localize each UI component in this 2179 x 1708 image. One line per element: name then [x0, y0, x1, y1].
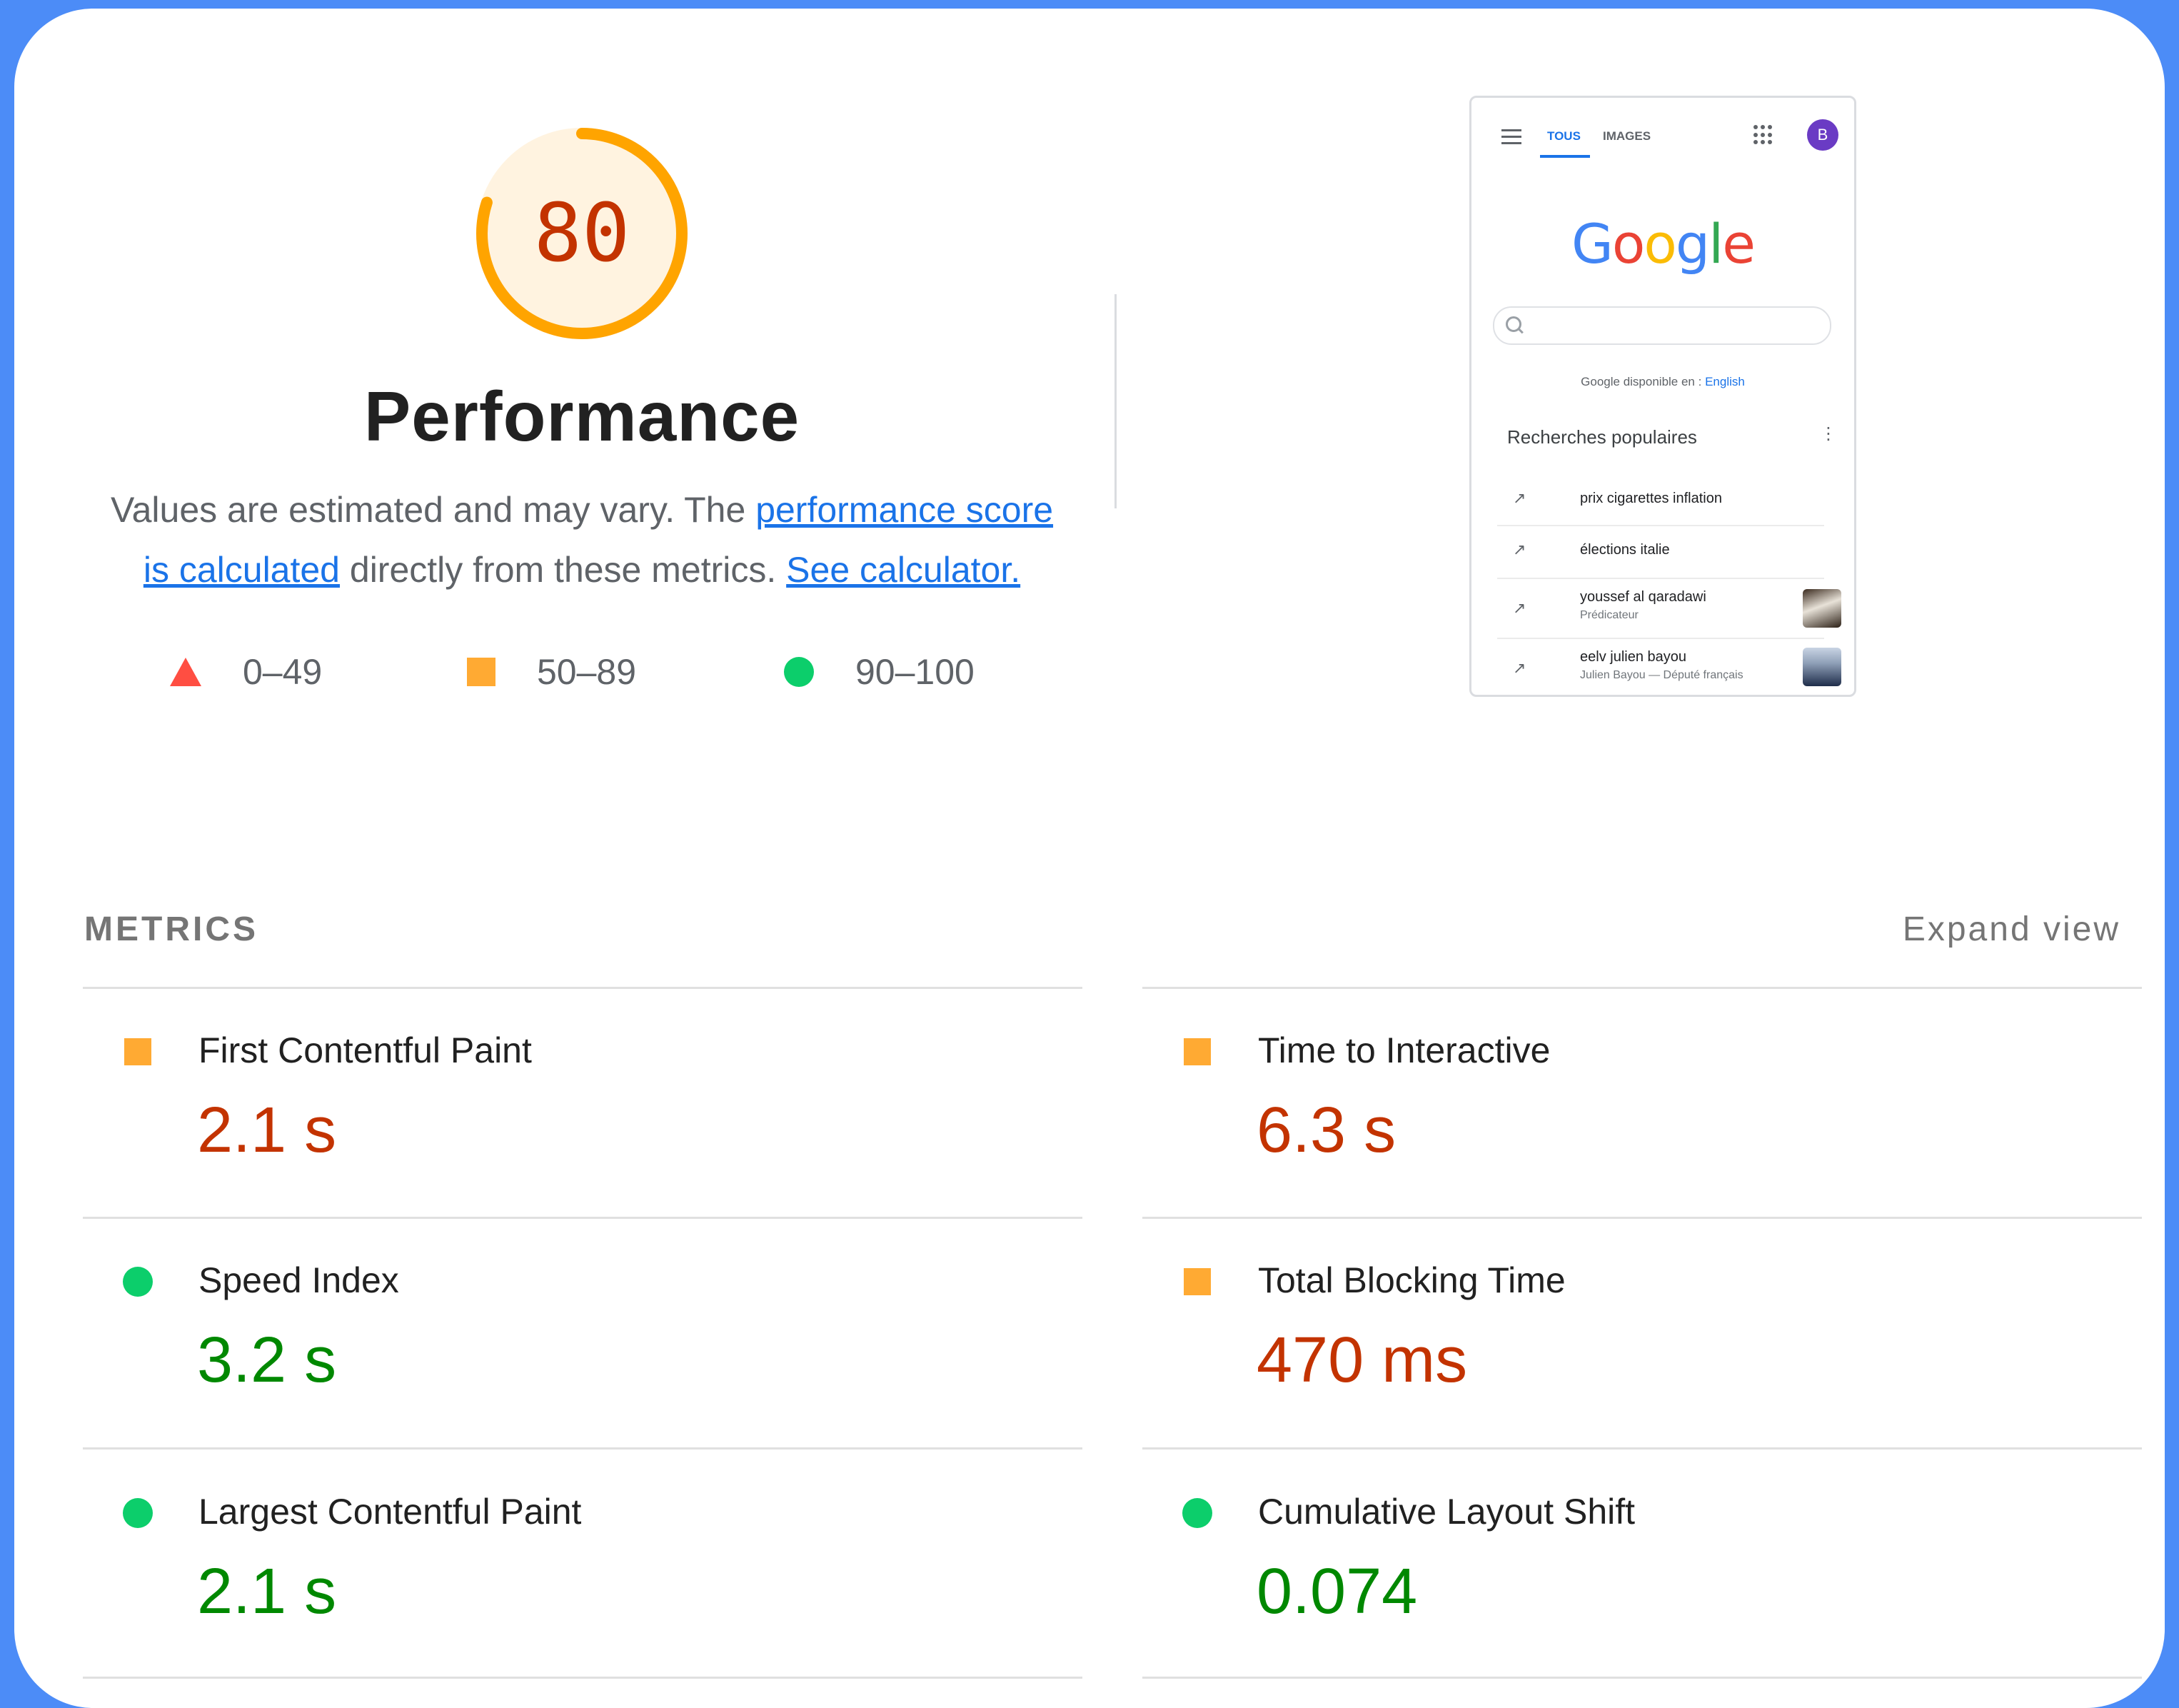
- square-icon: [467, 658, 495, 686]
- list-item: ↗ youssef al qaradawi Prédicateur: [1497, 579, 1841, 639]
- final-screenshot[interactable]: TOUS IMAGES B Google Google disponible e…: [1469, 96, 1856, 697]
- trend-query: prix cigarettes inflation: [1580, 491, 1722, 506]
- hamburger-menu-icon: [1501, 129, 1521, 149]
- trend-query: élections italie: [1580, 542, 1670, 558]
- category-title: Performance: [363, 377, 800, 456]
- search-box: [1493, 306, 1831, 345]
- metric-label: Largest Contentful Paint: [198, 1492, 582, 1532]
- legend-average: 50–89: [467, 651, 636, 693]
- language-link: English: [1705, 375, 1745, 388]
- average-square-icon: [1184, 1268, 1211, 1295]
- legend-range: 0–49: [243, 652, 323, 692]
- metrics-heading: METRICS: [84, 910, 258, 948]
- expand-view-toggle[interactable]: Expand view: [1903, 910, 2120, 949]
- see-calculator-link[interactable]: See calculator.: [786, 550, 1020, 590]
- row-divider: [1142, 1677, 2142, 1679]
- row-divider: [83, 1447, 1082, 1450]
- metric-value: 6.3 s: [1257, 1095, 1397, 1166]
- pass-circle-icon: [123, 1267, 153, 1297]
- legend-fail: 0–49: [170, 651, 322, 693]
- trend-query: eelv julien bayou: [1580, 649, 1686, 665]
- metric-value: 2.1 s: [197, 1556, 337, 1627]
- metric-label: First Contentful Paint: [198, 1030, 532, 1070]
- legend-range: 50–89: [537, 652, 637, 692]
- trending-icon: ↗: [1513, 659, 1526, 677]
- logo-letter: l: [1709, 212, 1723, 276]
- vertical-divider: [1114, 294, 1117, 508]
- tab-images: IMAGES: [1603, 129, 1651, 143]
- trending-icon: ↗: [1513, 541, 1526, 558]
- pass-circle-icon: [123, 1498, 153, 1528]
- apps-grid-icon: [1753, 125, 1773, 145]
- metric-label: Time to Interactive: [1258, 1030, 1551, 1070]
- row-divider: [83, 1217, 1082, 1219]
- average-square-icon: [124, 1038, 151, 1065]
- google-logo: Google: [1471, 212, 1854, 276]
- trend-subtitle: Prédicateur: [1580, 609, 1639, 621]
- tab-tous: TOUS: [1547, 129, 1581, 143]
- popular-searches-title: Recherches populaires: [1507, 426, 1697, 448]
- metric-value: 0.074: [1257, 1556, 1418, 1627]
- metric-value: 3.2 s: [197, 1325, 337, 1396]
- logo-letter: e: [1722, 212, 1756, 276]
- trend-subtitle: Julien Bayou — Député français: [1580, 669, 1743, 681]
- performance-description: Values are estimated and may vary. The p…: [93, 480, 1071, 600]
- row-divider: [1142, 1447, 2142, 1450]
- logo-letter: G: [1571, 212, 1614, 276]
- more-options-icon: ⋮: [1820, 424, 1837, 443]
- list-item: ↗ élections italie: [1497, 526, 1824, 579]
- metric-label: Speed Index: [198, 1260, 399, 1300]
- metric-speed-index: Speed Index 3.2 s: [83, 1238, 1082, 1467]
- triangle-icon: [170, 658, 201, 686]
- search-icon: [1506, 316, 1521, 332]
- active-tab-underline: [1540, 155, 1590, 158]
- metric-label: Cumulative Layout Shift: [1258, 1492, 1636, 1532]
- metric-label: Total Blocking Time: [1258, 1260, 1566, 1300]
- row-divider: [1142, 987, 2142, 989]
- row-divider: [83, 1677, 1082, 1679]
- avatar: B: [1807, 119, 1838, 151]
- legend-range: 90–100: [855, 652, 975, 692]
- trend-query: youssef al qaradawi: [1580, 589, 1706, 605]
- logo-letter: o: [1644, 212, 1676, 276]
- trend-thumbnail: [1803, 648, 1841, 686]
- description-text: Values are estimated and may vary. The: [110, 490, 756, 530]
- circle-icon: [784, 657, 814, 687]
- metric-value: 470 ms: [1257, 1325, 1468, 1396]
- pass-circle-icon: [1182, 1498, 1212, 1528]
- performance-score: 80: [533, 187, 630, 280]
- report-card: 80 Performance Values are estimated and …: [14, 9, 2165, 1708]
- availability-text: Google disponible en :: [1581, 375, 1702, 388]
- language-availability: Google disponible en : English: [1471, 375, 1854, 389]
- metric-time-to-interactive: Time to Interactive 6.3 s: [1142, 1008, 2142, 1237]
- trending-icon: ↗: [1513, 489, 1526, 507]
- trending-icon: ↗: [1513, 599, 1526, 617]
- average-square-icon: [1184, 1038, 1211, 1065]
- list-item: ↗ prix cigarettes inflation: [1497, 475, 1824, 526]
- trend-thumbnail: [1803, 589, 1841, 628]
- score-legend: 0–49 50–89 90–100: [14, 651, 1128, 701]
- row-divider: [1142, 1217, 2142, 1219]
- metric-cumulative-layout-shift: Cumulative Layout Shift 0.074: [1142, 1470, 2142, 1698]
- logo-letter: g: [1675, 212, 1710, 276]
- performance-gauge: 80: [471, 123, 693, 344]
- metric-total-blocking-time: Total Blocking Time 470 ms: [1142, 1238, 2142, 1467]
- legend-pass: 90–100: [784, 651, 975, 693]
- description-text: directly from these metrics.: [340, 550, 787, 590]
- metric-first-contentful-paint: First Contentful Paint 2.1 s: [83, 1008, 1082, 1237]
- metric-largest-contentful-paint: Largest Contentful Paint 2.1 s: [83, 1470, 1082, 1698]
- metric-value: 2.1 s: [197, 1095, 337, 1166]
- list-item: ↗ eelv julien bayou Julien Bayou — Déput…: [1497, 639, 1841, 695]
- row-divider: [83, 987, 1082, 989]
- logo-letter: o: [1611, 212, 1645, 276]
